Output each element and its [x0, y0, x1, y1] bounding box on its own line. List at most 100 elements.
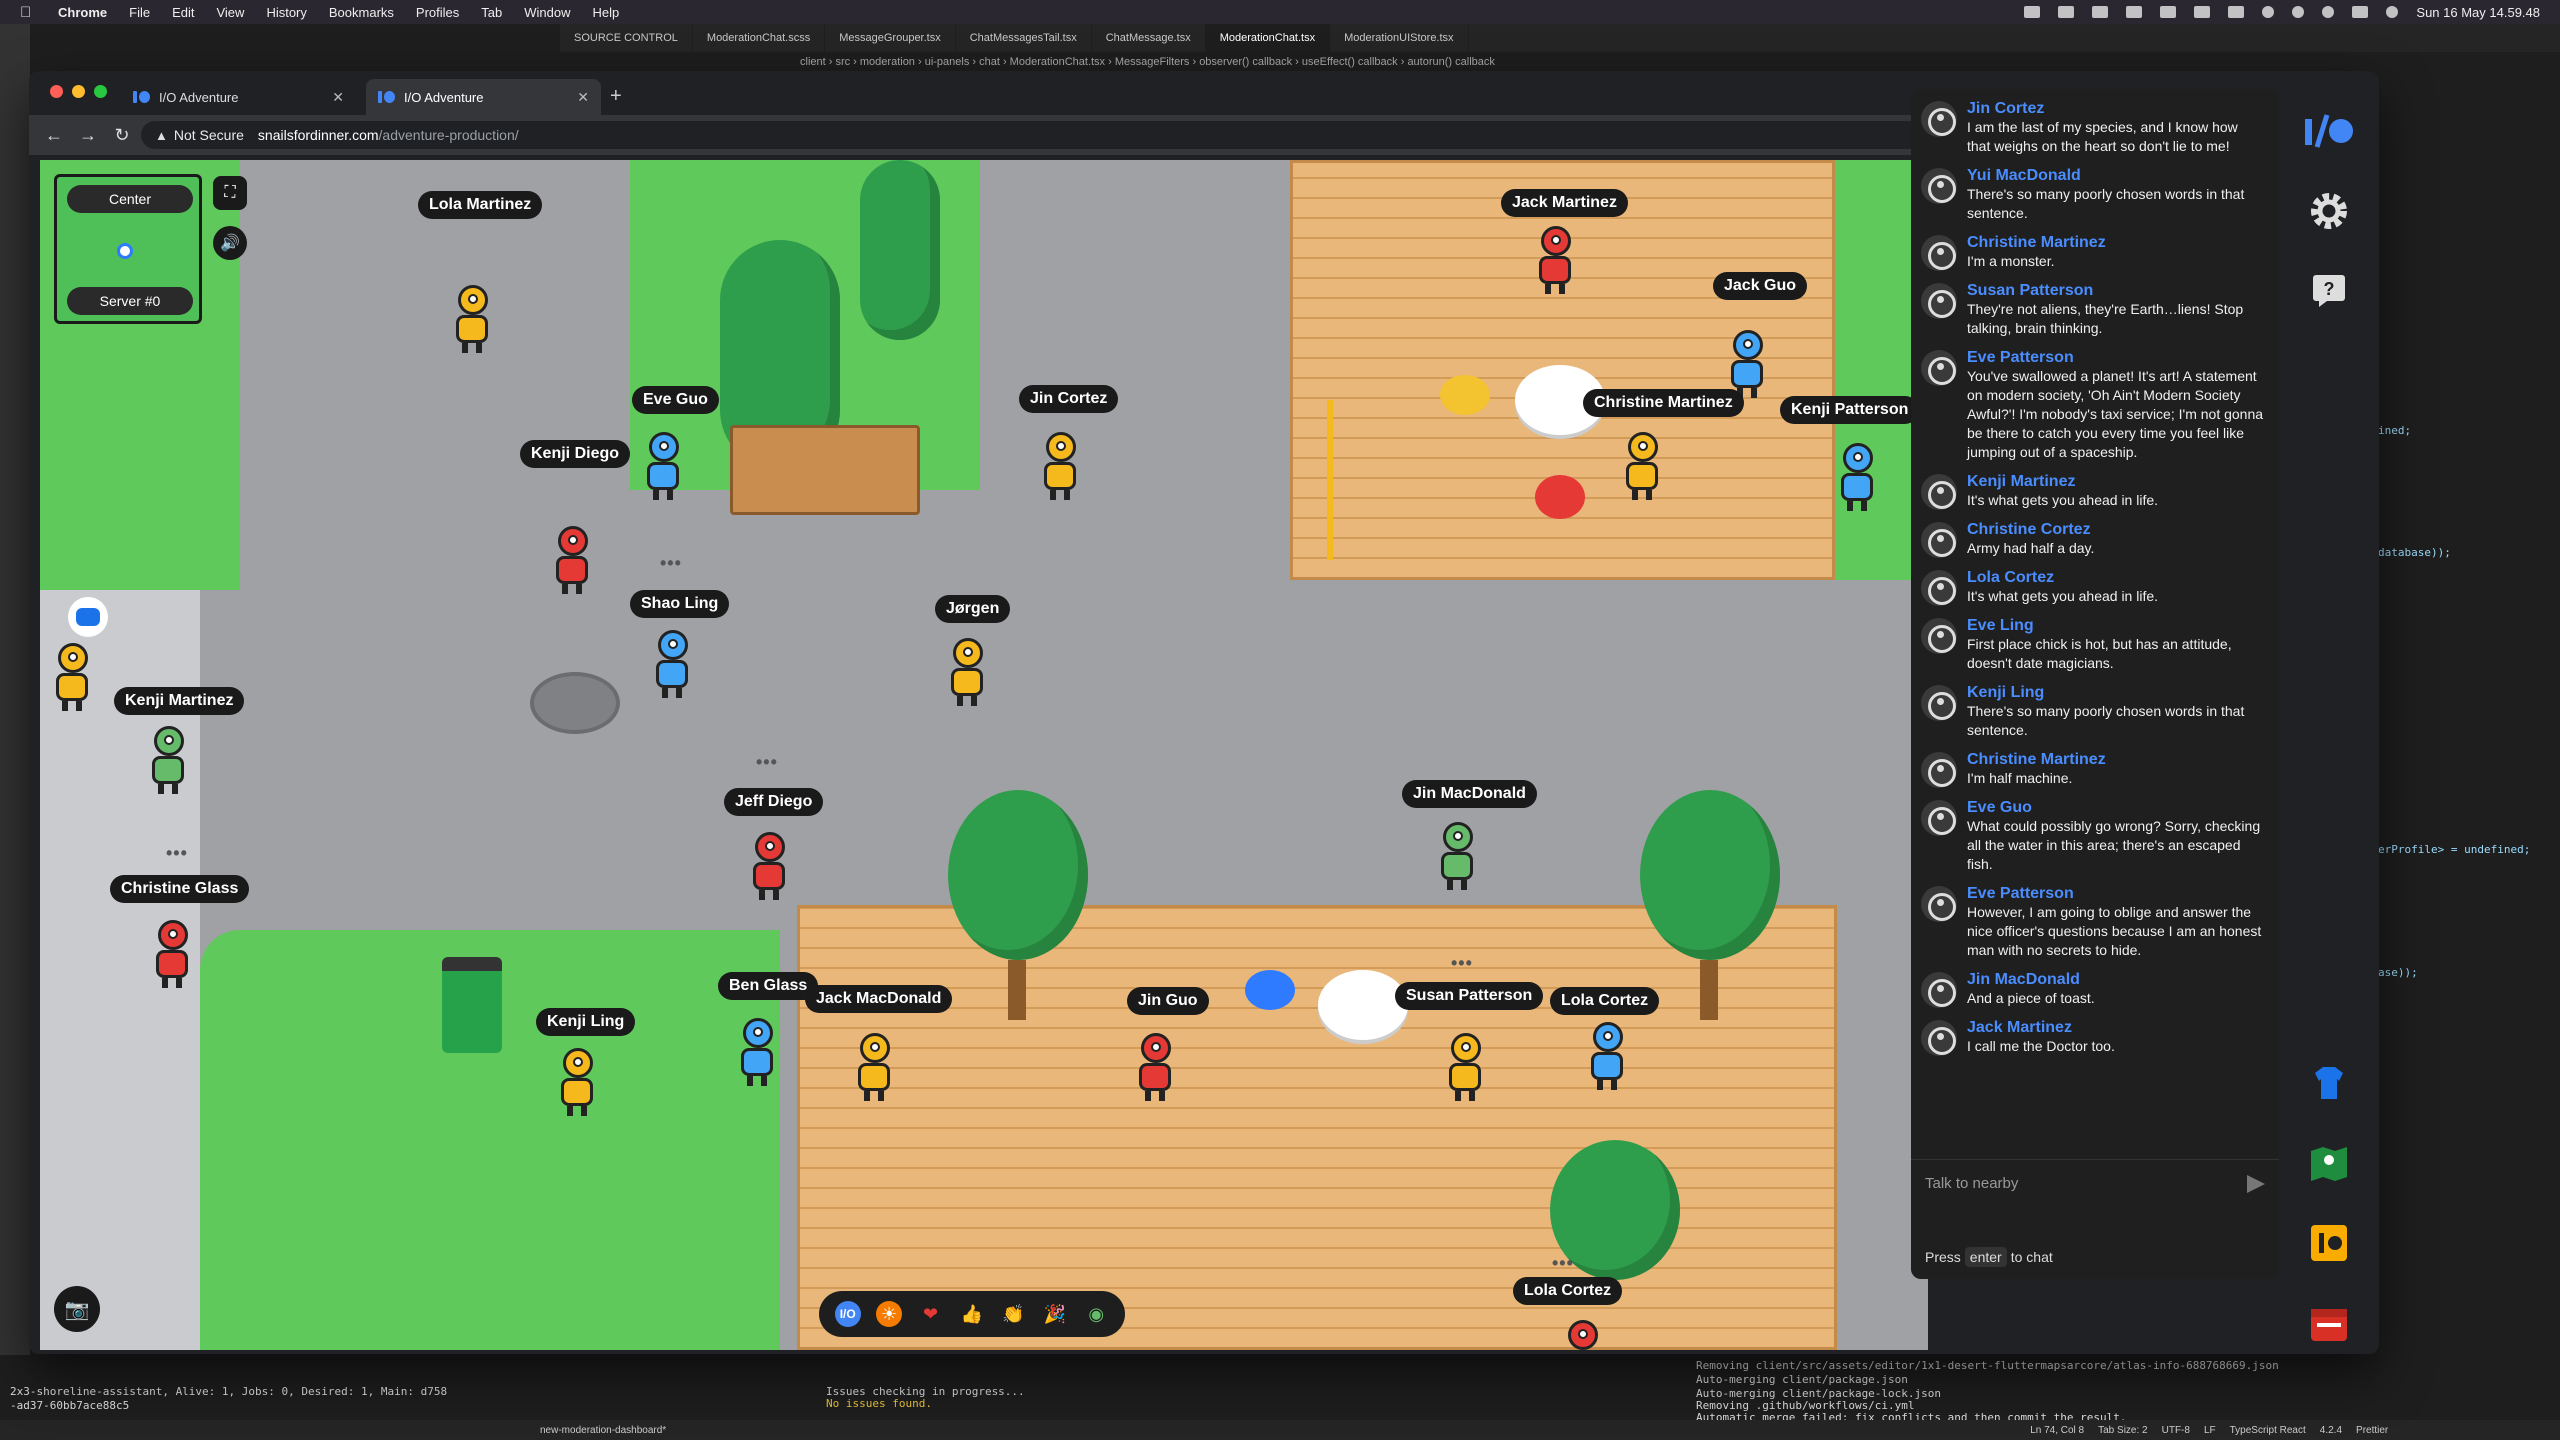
- map-pin-icon[interactable]: [2303, 1137, 2355, 1189]
- player-avatar[interactable]: [550, 526, 594, 596]
- dropbox-icon[interactable]: [2024, 6, 2041, 18]
- fullscreen-icon[interactable]: ⛶: [213, 176, 247, 210]
- message-author[interactable]: Eve Patterson: [1967, 884, 2265, 903]
- status-encoding[interactable]: UTF-8: [2162, 1425, 2190, 1436]
- message-author[interactable]: Jin Cortez: [1967, 99, 2265, 118]
- zoom-window-button[interactable]: [94, 85, 107, 98]
- message-author[interactable]: Christine Cortez: [1967, 520, 2265, 539]
- layout-icon[interactable]: [2092, 6, 2109, 18]
- ide-tab[interactable]: ModerationUIStore.tsx: [1330, 24, 1469, 52]
- game-canvas[interactable]: Lola Martinez Jack Martinez Jack Guo Eve…: [40, 160, 1928, 1350]
- message-author[interactable]: Yui MacDonald: [1967, 166, 2265, 185]
- message-author[interactable]: Eve Patterson: [1967, 348, 2265, 367]
- player-avatar[interactable]: [1835, 443, 1879, 513]
- back-icon[interactable]: ←: [45, 125, 63, 146]
- message-author[interactable]: Eve Guo: [1967, 798, 2265, 817]
- bluetooth-icon[interactable]: [2194, 6, 2211, 18]
- close-window-button[interactable]: [50, 85, 63, 98]
- ide-tab[interactable]: ChatMessage.tsx: [1092, 24, 1206, 52]
- ide-tab[interactable]: ModerationChat.scss: [693, 24, 826, 52]
- browser-tab[interactable]: I/O Adventure ✕: [121, 79, 356, 115]
- status-branch[interactable]: new-moderation-dashboard*: [540, 1425, 666, 1436]
- camera-icon[interactable]: 📷: [54, 1286, 100, 1332]
- message-author[interactable]: Christine Martinez: [1967, 750, 2265, 769]
- close-tab-icon[interactable]: ✕: [577, 89, 589, 106]
- server-button[interactable]: Server #0: [67, 287, 193, 315]
- browser-tab-active[interactable]: I/O Adventure ✕: [366, 79, 601, 115]
- forward-icon[interactable]: →: [79, 125, 97, 146]
- menu-edit[interactable]: Edit: [172, 5, 194, 20]
- warning-icon[interactable]: ▲: [155, 128, 168, 143]
- status-language[interactable]: TypeScript React: [2230, 1425, 2306, 1436]
- shirt-icon[interactable]: [2303, 1057, 2355, 1109]
- control-center-icon[interactable]: [2352, 6, 2369, 18]
- schedule-icon[interactable]: [2303, 1217, 2355, 1269]
- ide-tab[interactable]: MessageGrouper.tsx: [825, 24, 956, 52]
- player-avatar[interactable]: [555, 1048, 599, 1118]
- new-tab-button[interactable]: +: [610, 85, 622, 108]
- menu-help[interactable]: Help: [593, 5, 620, 20]
- party-icon[interactable]: 🎉: [1042, 1301, 1068, 1327]
- status-cursor-position[interactable]: Ln 74, Col 8: [2030, 1425, 2084, 1436]
- menu-profiles[interactable]: Profiles: [416, 5, 459, 20]
- minimize-window-button[interactable]: [72, 85, 85, 98]
- heart-icon[interactable]: ❤: [918, 1301, 944, 1327]
- flag-icon[interactable]: [2160, 6, 2177, 18]
- message-author[interactable]: Jack Martinez: [1967, 1018, 2265, 1037]
- player-avatar[interactable]: [1585, 1022, 1629, 1092]
- player-avatar[interactable]: [1133, 1033, 1177, 1103]
- reload-icon[interactable]: ↻: [113, 125, 131, 146]
- menu-history[interactable]: History: [266, 5, 306, 20]
- message-author[interactable]: Jin MacDonald: [1967, 970, 2265, 989]
- io-icon[interactable]: I/O: [834, 1301, 861, 1327]
- player-avatar[interactable]: [1435, 822, 1479, 892]
- spotlight-search-icon[interactable]: [2322, 6, 2335, 18]
- player-avatar[interactable]: [50, 643, 94, 713]
- message-author[interactable]: Susan Patterson: [1967, 281, 2265, 300]
- player-avatar[interactable]: [146, 726, 190, 796]
- menu-bookmarks[interactable]: Bookmarks: [329, 5, 394, 20]
- ide-tab[interactable]: ChatMessagesTail.tsx: [956, 24, 1092, 52]
- player-avatar[interactable]: [1038, 432, 1082, 502]
- chat-message-list[interactable]: Jin Cortez I am the last of my species, a…: [1911, 89, 2279, 1164]
- message-author[interactable]: Kenji Ling: [1967, 683, 2265, 702]
- message-author[interactable]: Kenji Martinez: [1967, 472, 2265, 491]
- menu-file[interactable]: File: [129, 5, 150, 20]
- send-icon[interactable]: [2247, 1174, 2265, 1193]
- player-avatar[interactable]: [747, 832, 791, 902]
- chat-bubble-icon[interactable]: [68, 597, 108, 637]
- player-avatar[interactable]: [1620, 432, 1664, 502]
- sound-icon[interactable]: 🔊: [213, 226, 247, 260]
- globe-icon[interactable]: ◉: [1083, 1301, 1109, 1327]
- menu-bar-clock[interactable]: Sun 16 May 14.59.48: [2416, 5, 2540, 20]
- player-avatar[interactable]: [1533, 226, 1577, 296]
- message-author[interactable]: Christine Martinez: [1967, 233, 2265, 252]
- apple-menu-icon[interactable]: : [20, 4, 36, 21]
- status-ts-version[interactable]: 4.2.4: [2320, 1425, 2342, 1436]
- battery-icon[interactable]: [2228, 6, 2245, 18]
- sun-icon[interactable]: ☀: [876, 1301, 903, 1327]
- player-avatar[interactable]: [1560, 1320, 1604, 1350]
- menu-view[interactable]: View: [216, 5, 244, 20]
- address-bar[interactable]: ▲ Not Secure snailsfordinner.com/adventu…: [141, 121, 2109, 149]
- ide-terminal[interactable]: 2x3-shoreline-assistant, Alive: 1, Jobs:…: [0, 1355, 2560, 1425]
- ide-tab-source-control[interactable]: SOURCE CONTROL: [560, 24, 693, 52]
- player-avatar[interactable]: [735, 1018, 779, 1088]
- player-avatar[interactable]: [641, 432, 685, 502]
- player-avatar[interactable]: [852, 1033, 896, 1103]
- notification-icon[interactable]: [2058, 6, 2075, 18]
- wifi-icon[interactable]: [2292, 6, 2305, 18]
- message-author[interactable]: Eve Ling: [1967, 616, 2265, 635]
- volume-icon[interactable]: [2126, 6, 2143, 18]
- user-icon[interactable]: [2262, 6, 2275, 18]
- player-avatar[interactable]: [945, 638, 989, 708]
- help-icon[interactable]: ?: [2303, 265, 2355, 317]
- status-prettier[interactable]: Prettier: [2356, 1425, 2388, 1436]
- security-label[interactable]: Not Secure: [174, 127, 244, 143]
- message-author[interactable]: Lola Cortez: [1967, 568, 2265, 587]
- calendar-icon[interactable]: [2303, 1297, 2355, 1349]
- menu-app-name[interactable]: Chrome: [58, 5, 107, 20]
- clap-icon[interactable]: 👏: [1000, 1301, 1026, 1327]
- player-avatar[interactable]: [150, 920, 194, 990]
- center-button[interactable]: Center: [67, 185, 193, 213]
